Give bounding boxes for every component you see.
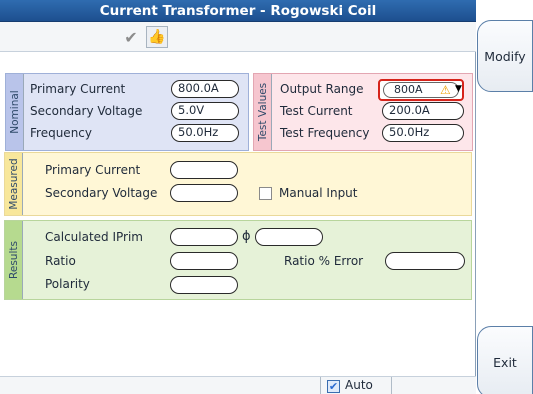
test-current-field[interactable]: 200.0A: [382, 102, 464, 120]
test-values-tab: Test Values: [254, 74, 272, 150]
measured-secondary-voltage-field[interactable]: [170, 184, 238, 202]
measured-secondary-voltage-label: Secondary Voltage: [45, 186, 158, 200]
side-panel: Modify Exit: [477, 0, 533, 394]
nominal-secondary-voltage-field[interactable]: 5.0V: [171, 102, 239, 120]
nominal-secondary-voltage-label: Secondary Voltage: [30, 104, 143, 118]
nominal-section: Nominal Primary Current 800.0A Secondary…: [5, 73, 249, 151]
status-bar: ✔ Auto: [0, 376, 476, 394]
phase-symbol: ϕ: [242, 229, 251, 244]
manual-input-label: Manual Input: [279, 186, 358, 200]
warning-icon: ⚠: [440, 83, 451, 97]
results-section: Results Calculated IPrim ϕ Ratio Ratio %…: [4, 220, 472, 300]
auto-checkbox[interactable]: ✔: [327, 380, 340, 393]
output-range-select[interactable]: 800A ⚠ ▼: [383, 82, 462, 98]
measured-section: Measured Primary Current Secondary Volta…: [4, 152, 472, 216]
manual-input-checkbox[interactable]: [259, 187, 272, 200]
output-range-value: 800A: [394, 83, 423, 96]
ratio-error-label: Ratio % Error: [284, 254, 364, 268]
modify-button[interactable]: Modify: [477, 20, 533, 92]
auto-toggle[interactable]: ✔ Auto: [320, 377, 392, 394]
check-icon[interactable]: ✔: [120, 26, 142, 48]
polarity-label: Polarity: [45, 277, 90, 291]
polarity-field[interactable]: [170, 276, 238, 294]
measured-tab: Measured: [5, 153, 23, 215]
results-tab: Results: [5, 221, 23, 299]
ratio-error-field[interactable]: [385, 252, 465, 270]
ratio-label: Ratio: [45, 254, 76, 268]
phase-field[interactable]: [255, 228, 323, 246]
main-panel: Current Transformer - Rogowski Coil ✔ 👍 …: [0, 0, 476, 394]
calculated-iprim-label: Calculated IPrim: [45, 230, 143, 244]
measured-primary-current-label: Primary Current: [45, 163, 141, 177]
window-title: Current Transformer - Rogowski Coil: [0, 0, 476, 22]
output-range-dropdown[interactable]: 800A ⚠ ▼: [378, 79, 464, 101]
measured-primary-current-field[interactable]: [170, 161, 238, 179]
chevron-down-icon[interactable]: ▼: [455, 82, 462, 96]
calculated-iprim-field[interactable]: [170, 228, 238, 246]
toolbar: ✔ 👍: [0, 22, 476, 52]
output-range-label: Output Range: [280, 82, 364, 96]
nominal-primary-current-label: Primary Current: [30, 82, 126, 96]
exit-button[interactable]: Exit: [477, 326, 533, 394]
test-frequency-field[interactable]: 50.0Hz: [382, 124, 464, 142]
auto-label: Auto: [345, 378, 373, 392]
thumbs-up-icon[interactable]: 👍: [146, 26, 168, 48]
test-current-label: Test Current: [280, 104, 353, 118]
test-values-section: Test Values Output Range 800A ⚠ ▼ Test C…: [253, 73, 473, 151]
nominal-tab: Nominal: [6, 74, 24, 150]
nominal-frequency-field[interactable]: 50.0Hz: [171, 124, 239, 142]
ratio-field[interactable]: [170, 252, 238, 270]
nominal-frequency-label: Frequency: [30, 126, 92, 140]
nominal-primary-current-field[interactable]: 800.0A: [171, 80, 239, 98]
nominal-row: Nominal Primary Current 800.0A Secondary…: [4, 72, 473, 151]
test-frequency-label: Test Frequency: [280, 126, 370, 140]
